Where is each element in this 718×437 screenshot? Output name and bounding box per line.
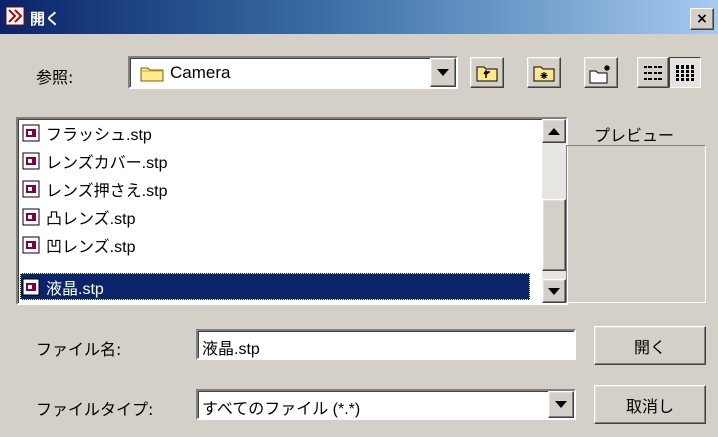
filetype-label: ファイルタイプ: [36, 400, 154, 419]
filetype-dropdown-button[interactable] [548, 391, 574, 418]
close-button[interactable]: × [690, 8, 714, 30]
filetype-value: すべてのファイル (*.*) [202, 401, 361, 418]
filename-value: 液晶.stp [202, 341, 260, 358]
list-view-button[interactable] [637, 57, 669, 88]
title-bar[interactable]: 開く × [0, 0, 718, 34]
file-icon [22, 208, 40, 225]
chevron-down-icon [548, 287, 560, 295]
up-folder-button[interactable] [470, 57, 504, 88]
file-name: 凸レンズ.stp [46, 210, 136, 228]
file-icon [22, 278, 40, 295]
lookin-value: Camera [170, 63, 231, 82]
new-folder-button[interactable] [584, 57, 618, 88]
file-item[interactable]: 凸レンズ.stp [22, 203, 135, 230]
cancel-button-label: 取消し [625, 396, 674, 416]
chevron-down-icon [555, 401, 567, 408]
file-item[interactable]: 凹レンズ.stp [22, 231, 135, 258]
file-item[interactable]: レンズカバー.stp [22, 147, 167, 174]
file-icon [22, 124, 40, 141]
file-name: 凹レンズ.stp [46, 238, 136, 256]
open-file-dialog: 開く × 参照: Camera フラッシュ.stp レンズカバー.stp レンズ… [0, 0, 718, 437]
chevron-down-icon [437, 69, 449, 76]
scroll-up-button[interactable] [542, 119, 566, 143]
preview-pane [566, 145, 706, 303]
lookin-label: 参照: [36, 68, 74, 87]
filename-label: ファイル名: [36, 340, 122, 359]
lookin-combobox[interactable]: Camera [128, 56, 458, 89]
open-button-label: 開く [633, 337, 666, 357]
window-title: 開く [30, 10, 61, 28]
details-view-button[interactable] [669, 57, 701, 88]
preview-label: プレビュー [594, 126, 675, 145]
file-name: レンズカバー.stp [46, 154, 168, 172]
close-icon: × [696, 11, 708, 27]
file-name: レンズ押さえ.stp [46, 182, 168, 200]
file-item[interactable]: フラッシュ.stp [22, 119, 152, 146]
open-button[interactable]: 開く [594, 326, 706, 365]
folder-icon [140, 67, 164, 82]
desktop-icon [533, 66, 555, 81]
cancel-button[interactable]: 取消し [594, 385, 706, 424]
folder-up-icon [476, 66, 498, 81]
details-view-icon [675, 64, 695, 81]
chevron-up-icon [548, 127, 560, 135]
new-folder-icon [589, 64, 610, 83]
file-list[interactable]: フラッシュ.stp レンズカバー.stp レンズ押さえ.stp 凸レンズ.stp… [16, 117, 568, 305]
file-icon [22, 180, 40, 197]
filetype-combobox[interactable]: すべてのファイル (*.*) [196, 389, 576, 420]
file-icon [22, 236, 40, 253]
home-folder-button[interactable] [527, 57, 561, 88]
list-view-icon [644, 65, 662, 80]
file-icon [22, 152, 40, 169]
file-item-selected[interactable]: 液晶.stp [20, 273, 530, 300]
app-icon [5, 6, 25, 26]
scroll-thumb[interactable] [542, 199, 566, 271]
file-name: フラッシュ.stp [46, 126, 152, 144]
file-item[interactable]: レンズ押さえ.stp [22, 175, 167, 202]
scroll-down-button[interactable] [542, 279, 566, 303]
filename-input[interactable]: 液晶.stp [196, 329, 576, 360]
lookin-dropdown-button[interactable] [430, 58, 456, 87]
file-name: 液晶.stp [46, 280, 104, 298]
vertical-scrollbar[interactable] [542, 119, 566, 303]
